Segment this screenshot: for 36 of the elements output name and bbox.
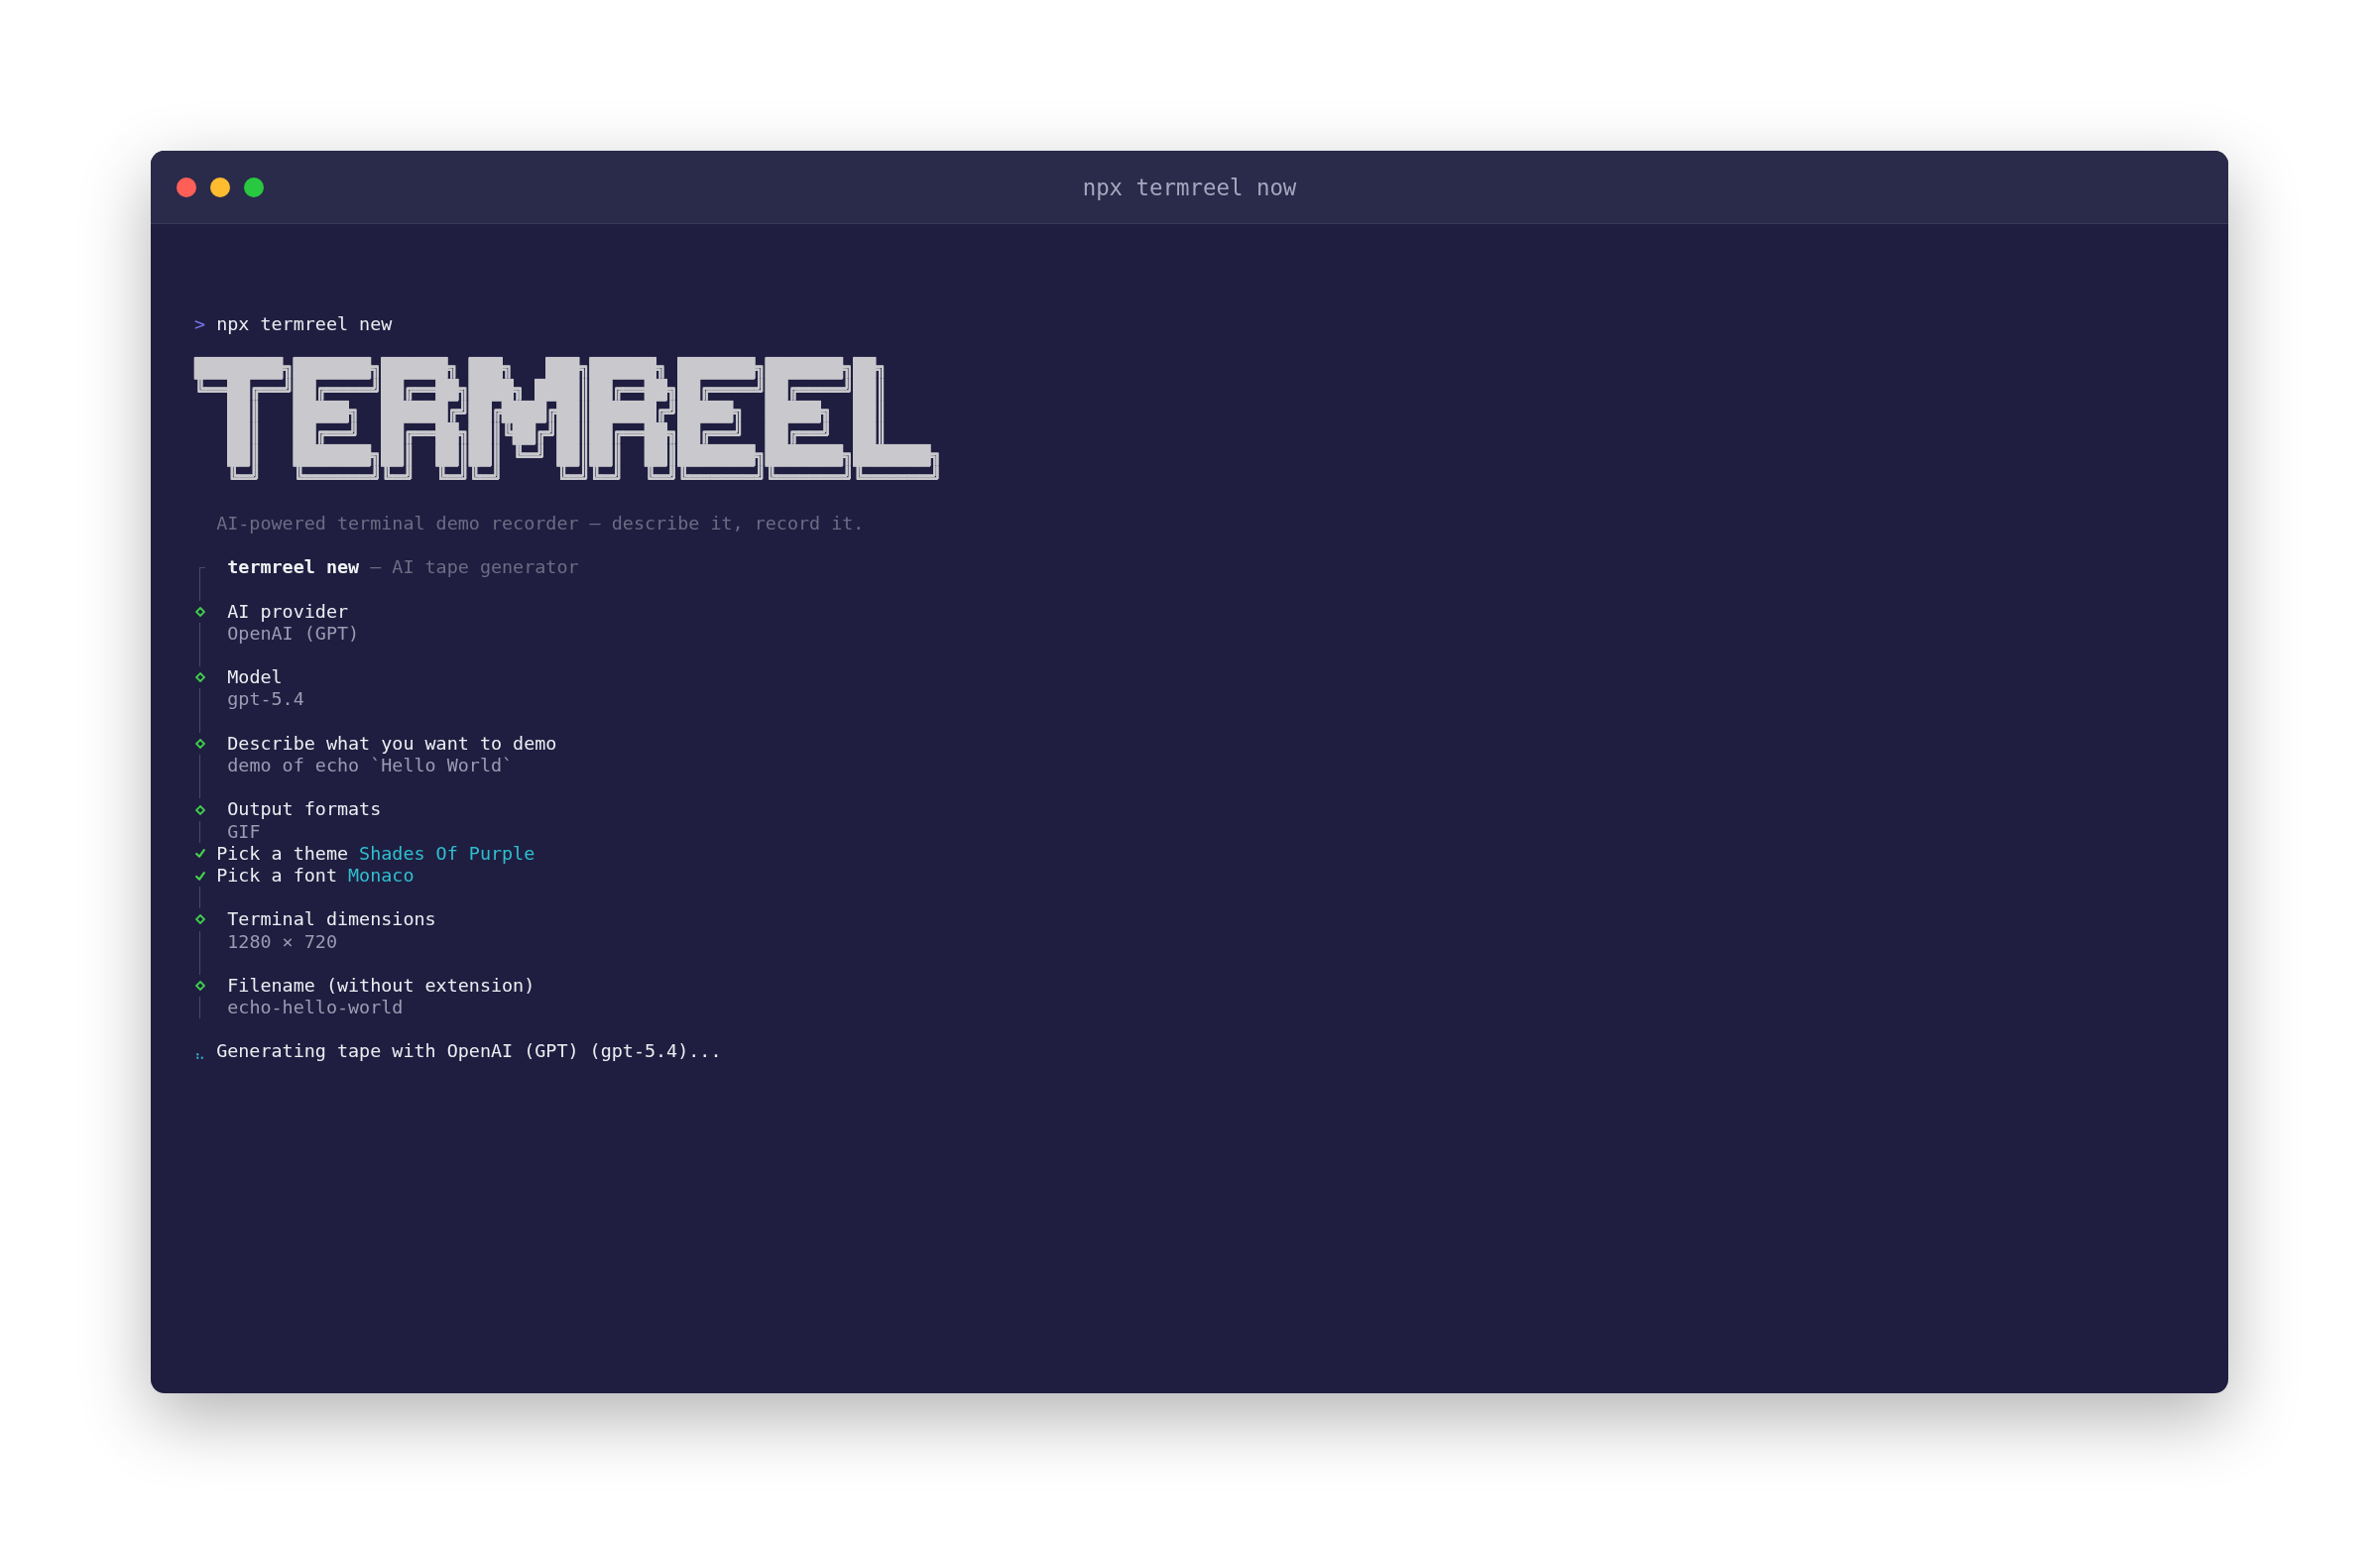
window-title: npx termreel now: [1082, 173, 1297, 201]
diamond-icon: [194, 738, 205, 749]
diamond-icon: [194, 914, 205, 925]
step-value: OpenAI (GPT): [227, 622, 360, 646]
command-text: npx termreel new: [216, 313, 393, 336]
step-value: Shades Of Purple: [359, 842, 536, 865]
status-text: Generating tape with OpenAI (GPT) (gpt-5.4)...: [216, 1040, 722, 1063]
step-label: Model: [227, 666, 283, 689]
step-label: Filename (without extension): [227, 974, 536, 998]
minimize-button[interactable]: [210, 177, 230, 197]
step-value: 1280 × 720: [227, 930, 337, 953]
ascii-art-logo: ████████╗███████╗██████╗ ███╗ ███╗██████╗ ███████╗███████╗██╗ ╚══██╔══╝██╔════╝██╔══██╗████╗ ████║██╔══██╗██╔════╝██╔════╝██║ ██║ █████╗ ██████╔╝██╔████╔██║██████╔╝█████╗ █████╗ ██║ ██║ ██╔══╝ ██╔══██╗██║╚██╔╝██║██╔══██╗██╔══╝ ██╔══╝ ██║ ██║ ███████╗██║ ██║██║ ╚═╝ ██║██║ ██║███████╗███████╗███████╗ ╚═╝ ╚══════╝╚═╝ ╚═╝╚═╝ ╚═╝╚═╝ ╚═╝╚══════╝╚══════╝╚══════╝: [194, 357, 941, 489]
step-value: demo of echo `Hello World`: [227, 755, 514, 777]
diamond-icon: [194, 981, 205, 991]
session-title: termreel new: [227, 556, 360, 579]
close-button[interactable]: [177, 177, 196, 197]
diamond-icon: [194, 606, 205, 617]
checkmark-icon: [194, 871, 205, 881]
step-label: Describe what you want to demo: [227, 732, 557, 756]
step-value: Monaco: [348, 865, 415, 888]
step-label: Terminal dimensions: [227, 908, 436, 931]
diamond-icon: [194, 672, 205, 683]
diamond-icon: [194, 804, 205, 815]
zoom-button[interactable]: [244, 177, 264, 197]
checkmark-icon: [194, 849, 205, 859]
tagline: AI-powered terminal demo recorder — describe it, record it.: [216, 513, 865, 535]
step-label: Output formats: [227, 798, 382, 821]
step-label: AI provider: [227, 600, 349, 623]
spinner-icon: [196, 1052, 204, 1059]
step-value: GIF: [227, 820, 261, 843]
step-value: gpt-5.4: [227, 688, 304, 711]
prompt-symbol: >: [194, 313, 206, 336]
session-subtitle: — AI tape generator: [370, 556, 579, 579]
step-value: echo-hello-world: [227, 997, 404, 1019]
step-label: Pick a theme: [216, 842, 349, 865]
step-label: Pick a font: [216, 865, 337, 888]
